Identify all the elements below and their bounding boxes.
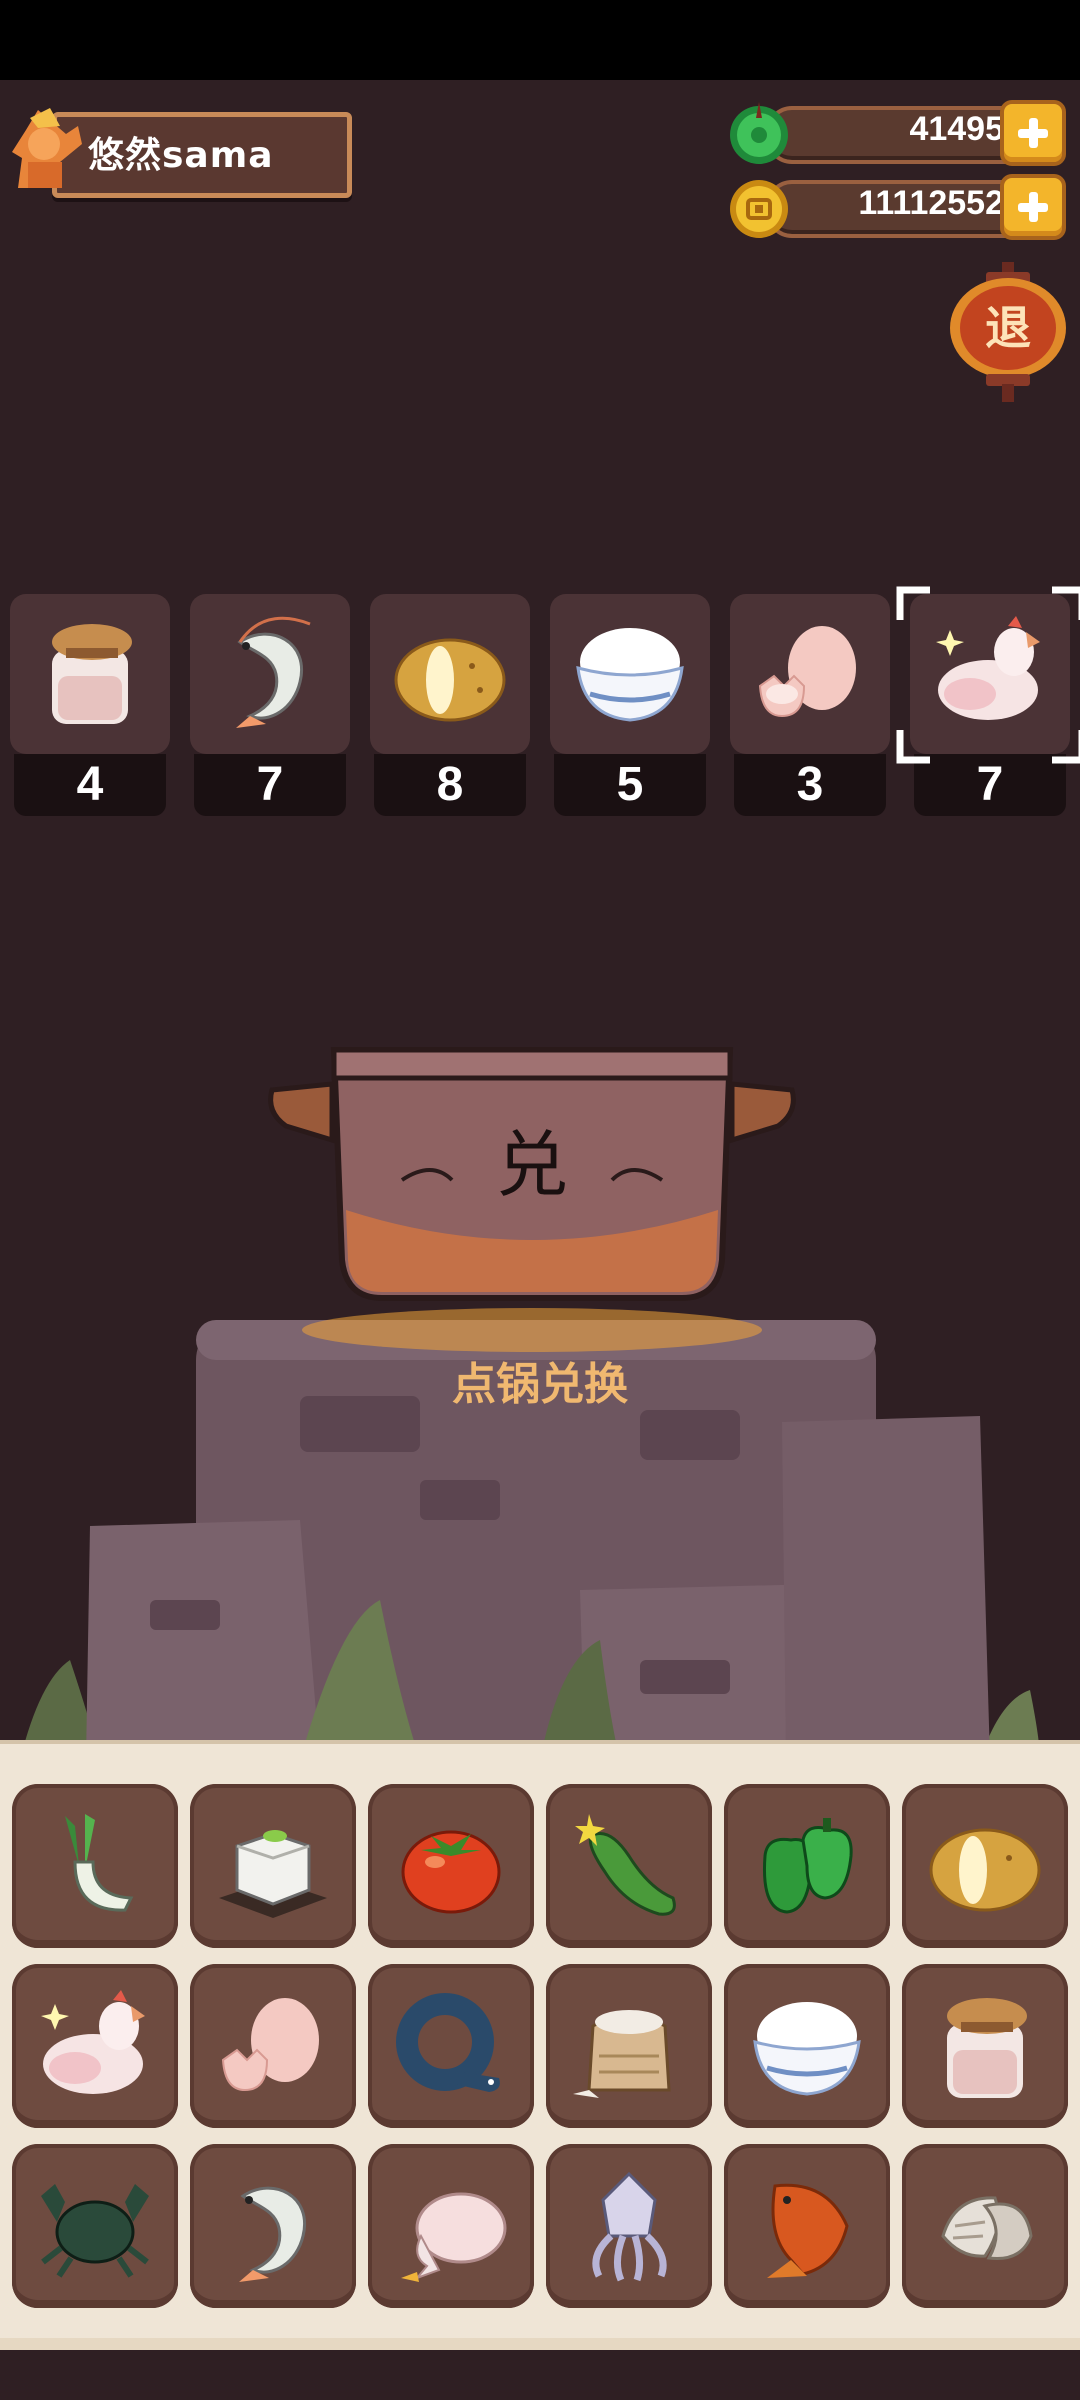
inventory-item-squid[interactable] xyxy=(546,2144,712,2308)
exit-label: 退 xyxy=(985,301,1031,355)
chef-avatar-icon xyxy=(12,108,82,188)
egg-icon xyxy=(221,1998,319,2092)
recipe-count: 3 xyxy=(734,754,886,816)
coin-icon xyxy=(730,180,788,238)
crab-icon xyxy=(41,2184,149,2278)
inventory-item-rice-bowl[interactable] xyxy=(724,1964,890,2128)
inventory-item-tofu[interactable] xyxy=(190,1784,356,1948)
exit-button[interactable]: 退 xyxy=(946,262,1070,402)
inventory-item-crab[interactable] xyxy=(12,2144,178,2308)
inventory-item-egg[interactable] xyxy=(190,1964,356,2128)
recipe-slot-sugar-jar[interactable]: 4 xyxy=(10,594,170,816)
jade-currency: 41495 xyxy=(726,100,1066,166)
player-tag[interactable]: 悠然sama xyxy=(8,104,352,198)
leek-icon xyxy=(65,1814,134,1912)
inventory-item-potato[interactable] xyxy=(902,1784,1068,1948)
squid-icon xyxy=(592,2171,667,2282)
recipe-count: 7 xyxy=(914,754,1066,816)
inventory-item-leek[interactable] xyxy=(12,1784,178,1948)
sugar-jar-icon xyxy=(52,624,132,724)
recipe-count: 5 xyxy=(554,754,706,816)
potato-icon xyxy=(394,638,506,722)
pot-caption: 点锅兑换 xyxy=(452,1359,628,1410)
rice-bowl-icon xyxy=(753,2002,861,2096)
clam-icon xyxy=(941,2196,1033,2261)
inventory-item-flour-sack[interactable] xyxy=(546,1964,712,2128)
inventory-item-green-pepper[interactable] xyxy=(724,1784,890,1948)
eel-icon xyxy=(396,1993,500,2092)
potato-icon xyxy=(929,1828,1041,1912)
status-bar xyxy=(0,0,1080,80)
recipe-slot-shrimp[interactable]: 7 xyxy=(190,594,350,816)
green-pepper-icon xyxy=(762,1818,853,1914)
tofu-icon xyxy=(219,1830,327,1918)
duck-icon xyxy=(401,2192,507,2282)
lantern-icon: 退 xyxy=(950,262,1066,402)
add-jade-button[interactable] xyxy=(1000,100,1066,166)
sugar-jar-icon xyxy=(947,1998,1027,2098)
exchange-pot[interactable]: 兑 xyxy=(262,1030,802,1360)
panel-edge xyxy=(0,2338,1080,2350)
recipe-slot-egg[interactable]: 3 xyxy=(730,594,890,816)
inventory-item-cucumber[interactable] xyxy=(546,1784,712,1948)
inventory-item-eel[interactable] xyxy=(368,1964,534,2128)
inventory-item-tomato[interactable] xyxy=(368,1784,534,1948)
cucumber-icon xyxy=(575,1814,676,1916)
inventory-item-sugar-jar[interactable] xyxy=(902,1964,1068,2128)
inventory-panel xyxy=(0,1740,1080,2350)
inventory-item-shrimp[interactable] xyxy=(190,2144,356,2308)
inventory-item-clam[interactable] xyxy=(902,2144,1068,2308)
tomato-icon xyxy=(401,1830,501,1914)
pot-glyph: 兑 xyxy=(496,1123,568,1207)
inventory-item-duck[interactable] xyxy=(368,2144,534,2308)
recipe-slot-rice-bowl[interactable]: 5 xyxy=(550,594,710,816)
chicken-icon xyxy=(41,1990,145,2094)
inventory-item-chicken[interactable] xyxy=(12,1964,178,2128)
pot-icon: 兑 xyxy=(268,1047,796,1352)
chicken-icon xyxy=(936,616,1040,720)
recipe-count: 7 xyxy=(194,754,346,816)
jade-amount: 41495 xyxy=(909,110,1004,148)
player-name: 悠然sama xyxy=(88,135,274,176)
shrimp-icon xyxy=(236,616,311,728)
coin-currency: 11112552 xyxy=(726,174,1066,240)
shrimp-icon xyxy=(239,2186,306,2282)
recipe-slot-chicken[interactable]: 7 xyxy=(896,586,1080,816)
carp-icon xyxy=(767,2183,849,2278)
recipe-count: 8 xyxy=(374,754,526,816)
recipe-slot-potato[interactable]: 8 xyxy=(370,594,530,816)
rice-bowl-icon xyxy=(576,628,684,722)
recipe-count: 4 xyxy=(14,754,166,816)
coin-amount: 11112552 xyxy=(858,184,1004,222)
egg-icon xyxy=(758,626,856,718)
jade-icon xyxy=(730,102,788,164)
flour-sack-icon xyxy=(573,2010,671,2098)
inventory-item-carp[interactable] xyxy=(724,2144,890,2308)
add-coin-button[interactable] xyxy=(1000,174,1066,240)
